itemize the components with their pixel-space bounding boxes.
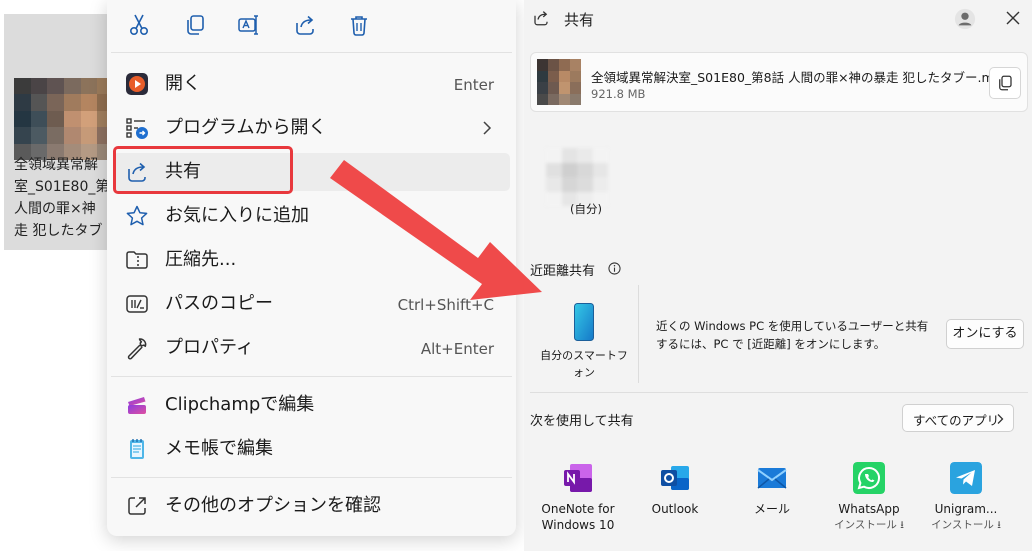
cut-icon xyxy=(129,14,149,36)
quick-action-bar xyxy=(107,0,516,52)
menu-item-label: Clipchampで編集 xyxy=(165,394,315,415)
app-onenote[interactable]: OneNote for Windows 10 xyxy=(530,462,626,538)
onenote-icon xyxy=(564,464,592,492)
cut-button[interactable] xyxy=(124,10,154,40)
share-title: 共有 xyxy=(564,11,595,29)
menu-item-label: プロパティ xyxy=(165,337,254,358)
share-with-heading: 次を使用して共有 xyxy=(530,414,634,429)
file-tile[interactable]: 全領域異常解 室_S01E80_第 人間の罪×神 走 犯したタブ xyxy=(4,14,124,250)
menu-item-shortcut: Ctrl+Shift+C xyxy=(397,296,494,314)
contact-self[interactable]: (自分) xyxy=(544,148,614,220)
media-player-icon xyxy=(125,72,149,96)
app-name: メール xyxy=(753,502,790,516)
chevron-right-icon xyxy=(483,121,492,135)
info-icon[interactable] xyxy=(608,262,621,275)
smartphone-icon xyxy=(574,303,594,341)
menu-item-label: その他のオプションを確認 xyxy=(165,495,381,516)
nearby-share-heading: 近距離共有 xyxy=(530,264,596,279)
menu-item-label: 開く xyxy=(165,73,201,94)
contact-name: (自分) xyxy=(570,202,602,216)
delete-button[interactable] xyxy=(344,10,374,40)
app-whatsapp[interactable]: WhatsApp インストール ⭳ xyxy=(821,462,917,538)
app-name: WhatsApp xyxy=(838,502,900,516)
share-header: 共有 xyxy=(524,0,1032,40)
delete-icon xyxy=(351,16,367,36)
mail-icon xyxy=(757,468,787,489)
file-thumbnail xyxy=(14,78,114,160)
menu-item-notepad[interactable]: メモ帳で編集 xyxy=(113,430,510,468)
menu-item-shortcut: Alt+Enter xyxy=(420,340,494,358)
avatar xyxy=(546,148,608,206)
outlook-icon xyxy=(661,466,689,490)
zip-folder-icon xyxy=(125,248,149,272)
menu-divider xyxy=(111,477,512,478)
open-external-icon xyxy=(125,494,149,518)
menu-divider xyxy=(111,52,512,53)
whatsapp-icon xyxy=(853,462,885,494)
wrench-icon xyxy=(125,336,149,360)
my-phone-target[interactable]: 自分のスマートフォン xyxy=(536,303,632,381)
open-with-icon xyxy=(125,116,149,140)
copy-file-button[interactable] xyxy=(989,67,1021,99)
file-thumbnail xyxy=(537,59,581,105)
menu-item-more-options[interactable]: その他のオプションを確認 xyxy=(113,487,510,525)
nearby-share-section: 自分のスマートフォン 近くの Windows PC を使用しているユーザーと共有… xyxy=(530,285,1028,385)
shared-file-size: 921.8 MB xyxy=(591,87,646,101)
rename-button[interactable] xyxy=(234,10,264,40)
shared-file-name: 全領域異常解決室_S01E80_第8話 人間の罪×神の暴走 犯したタブー.mp4 xyxy=(591,70,1010,85)
menu-item-shortcut: Enter xyxy=(453,76,494,94)
copy-button[interactable] xyxy=(180,10,210,40)
all-apps-label: すべてのアプリ xyxy=(913,413,1000,428)
menu-item-copy-path[interactable]: パスのコピー Ctrl+Shift+C xyxy=(113,285,510,323)
app-unigram[interactable]: Unigram... インストール ⭳ xyxy=(918,462,1014,538)
close-icon[interactable] xyxy=(1006,11,1020,25)
app-name: Outlook xyxy=(651,502,699,516)
chevron-right-icon xyxy=(997,414,1004,424)
all-apps-button[interactable]: すべてのアプリ xyxy=(902,404,1014,432)
notepad-icon xyxy=(125,437,149,461)
menu-item-compress[interactable]: 圧縮先... xyxy=(113,241,510,279)
app-name: Unigram... xyxy=(934,502,998,516)
turn-on-nearby-button[interactable]: オンにする xyxy=(946,319,1024,349)
star-icon xyxy=(125,204,149,228)
copy-path-icon xyxy=(125,292,149,316)
vertical-divider xyxy=(638,285,639,383)
my-phone-label: 自分のスマートフォン xyxy=(540,349,628,379)
install-label: インストール ⭳ xyxy=(834,519,904,531)
context-menu: 開く Enter プログラムから開く 共有 お気に入りに追加 圧縮先... パス… xyxy=(107,0,516,536)
section-divider xyxy=(530,392,1028,393)
app-name: OneNote for Windows 10 xyxy=(541,502,615,532)
app-outlook[interactable]: Outlook xyxy=(627,462,723,538)
menu-item-label: パスのコピー xyxy=(165,293,273,314)
menu-item-open-with[interactable]: プログラムから開く xyxy=(113,109,510,147)
rename-icon xyxy=(238,15,258,35)
telegram-icon xyxy=(950,462,982,494)
menu-item-label: お気に入りに追加 xyxy=(165,205,309,226)
app-mail[interactable]: メール xyxy=(724,462,820,538)
install-label: インストール ⭳ xyxy=(931,519,1001,531)
nearby-share-description: 近くの Windows PC を使用しているユーザーと共有するには、PC で [… xyxy=(656,319,929,351)
copy-icon xyxy=(187,15,204,35)
share-highlight-box xyxy=(113,146,293,194)
share-quick-button[interactable] xyxy=(290,10,320,40)
shared-file-card: 全領域異常解決室_S01E80_第8話 人間の罪×神の暴走 犯したタブー.mp4… xyxy=(530,52,1028,112)
menu-item-label: プログラムから開く xyxy=(165,117,327,138)
account-icon[interactable] xyxy=(954,8,976,30)
share-icon xyxy=(296,15,314,35)
share-icon xyxy=(534,11,548,26)
menu-item-properties[interactable]: プロパティ Alt+Enter xyxy=(113,329,510,367)
menu-item-open[interactable]: 開く Enter xyxy=(113,65,510,103)
menu-divider xyxy=(111,376,512,377)
menu-item-clipchamp[interactable]: Clipchampで編集 xyxy=(113,386,510,424)
copy-icon xyxy=(999,75,1012,91)
menu-item-add-favorite[interactable]: お気に入りに追加 xyxy=(113,197,510,235)
share-panel: 共有 全領域異常解決室_S01E80_第8話 人間の罪×神の暴走 犯したタブー.… xyxy=(524,0,1032,551)
menu-item-label: 圧縮先... xyxy=(165,249,237,270)
menu-item-label: メモ帳で編集 xyxy=(165,438,273,459)
clipchamp-icon xyxy=(125,393,149,417)
